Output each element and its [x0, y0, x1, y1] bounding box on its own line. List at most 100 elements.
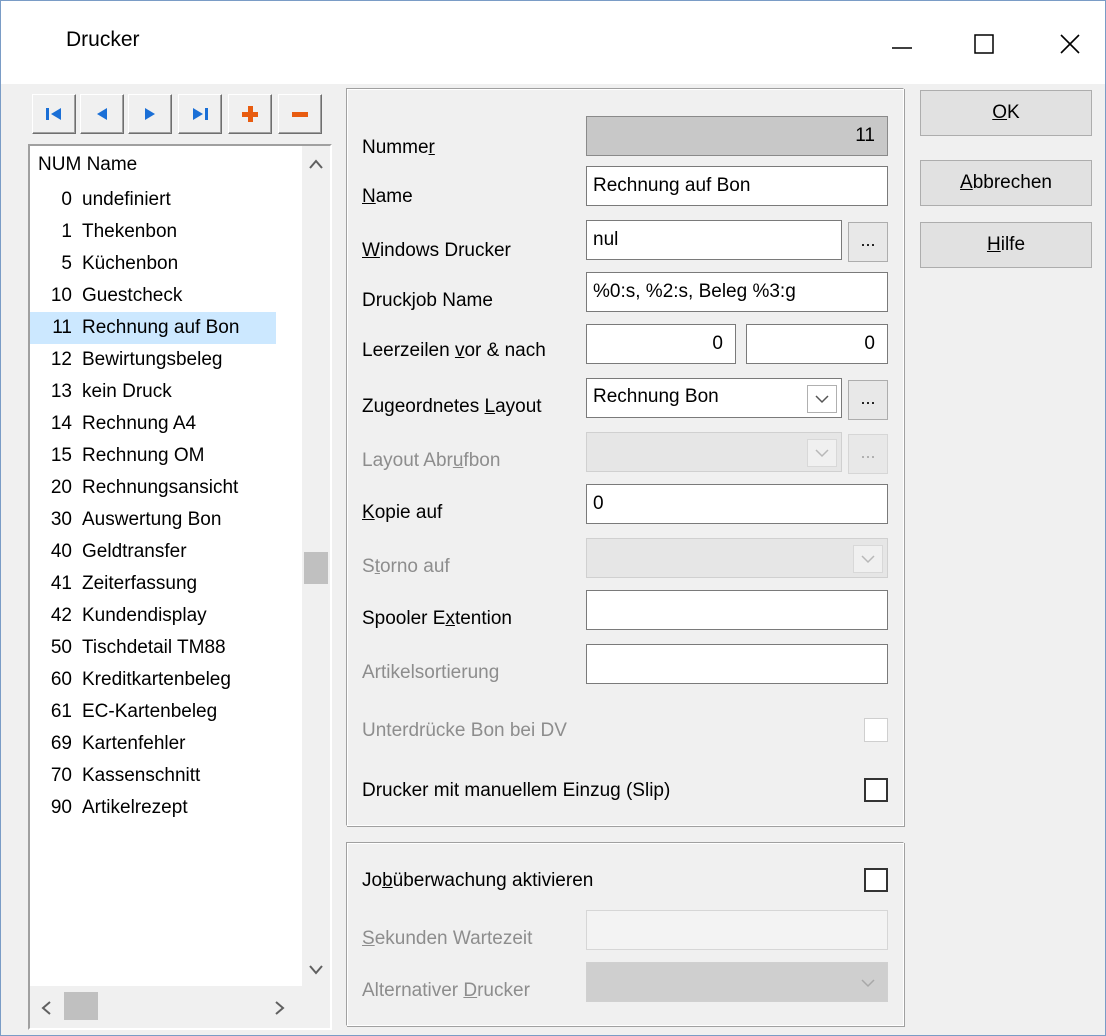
list-item-num: 50 — [50, 637, 72, 658]
maximize-button[interactable] — [960, 20, 1008, 68]
list-item[interactable]: 20 Rechnungsansicht — [30, 472, 276, 504]
storno-label: Storno auf — [362, 556, 450, 577]
windows-drucker-input[interactable]: nul — [586, 220, 842, 260]
chevron-down-icon[interactable] — [807, 385, 837, 413]
first-record-button[interactable] — [32, 94, 76, 134]
layout-label: Zugeordnetes Layout — [362, 396, 542, 417]
list-item-num: 5 — [61, 253, 72, 274]
column-name[interactable]: Name — [87, 154, 138, 175]
layout-browse-button[interactable]: ... — [848, 380, 888, 420]
leerzeilen-vor-input[interactable]: 0 — [586, 324, 736, 364]
alternativer-drucker-label: Alternativer Drucker — [362, 980, 530, 1001]
add-record-button[interactable] — [228, 94, 272, 134]
list-item[interactable]: 90 Artikelrezept — [30, 792, 276, 824]
list-item[interactable]: 0 undefiniert — [30, 184, 276, 216]
slip-label: Drucker mit manuellem Einzug (Slip) — [362, 780, 671, 801]
list-item[interactable]: 14 Rechnung A4 — [30, 408, 276, 440]
list-item-name: Bewirtungsbeleg — [82, 349, 223, 370]
horizontal-scroll-thumb[interactable] — [64, 992, 98, 1020]
list-item-num: 70 — [50, 765, 72, 786]
list-item[interactable]: 15 Rechnung OM — [30, 440, 276, 472]
previous-record-button[interactable] — [80, 94, 124, 134]
column-num[interactable]: NUM — [38, 154, 81, 175]
list-item-name: Auswertung Bon — [82, 509, 222, 530]
first-record-icon — [46, 108, 61, 120]
list-item-name: Kartenfehler — [82, 733, 186, 754]
list-item-name: Rechnung A4 — [82, 413, 197, 434]
delete-record-button[interactable] — [278, 94, 322, 134]
list-item-num: 15 — [50, 445, 72, 466]
list-item-num: 42 — [50, 605, 72, 626]
ok-button[interactable]: OK — [920, 90, 1092, 136]
unterdruecke-checkbox — [864, 718, 888, 742]
list-item-num: 90 — [50, 797, 72, 818]
sekunden-input — [586, 910, 888, 950]
horizontal-scrollbar[interactable] — [30, 986, 330, 1028]
next-record-icon — [145, 108, 155, 120]
scroll-up-icon[interactable] — [308, 158, 324, 170]
layout-abrufbon-select — [586, 432, 842, 472]
list-item-name: Tischdetail TM88 — [82, 637, 226, 658]
list-item-name: Kassenschnitt — [82, 765, 201, 786]
layout-abrufbon-label: Layout Abrufbon — [362, 450, 501, 471]
list-item-name: Thekenbon — [82, 221, 178, 242]
sekunden-label: Sekunden Wartezeit — [362, 928, 533, 949]
list-item[interactable]: 60 Kreditkartenbeleg — [30, 664, 276, 696]
list-item[interactable]: 70 Kassenschnitt — [30, 760, 276, 792]
list-item[interactable]: 69 Kartenfehler — [30, 728, 276, 760]
list-item-num: 40 — [50, 541, 72, 562]
list-item-name: Guestcheck — [82, 285, 183, 306]
plus-icon — [242, 106, 258, 122]
list-item[interactable]: 11 Rechnung auf Bon — [30, 312, 276, 344]
list-item[interactable]: 10 Guestcheck — [30, 280, 276, 312]
list-item-name: Küchenbon — [82, 253, 179, 274]
cancel-button[interactable]: Abbrechen — [920, 160, 1092, 206]
kopie-input[interactable]: 0 — [586, 484, 888, 524]
windows-drucker-browse-button[interactable]: ... — [848, 222, 888, 262]
list-item[interactable]: 42 Kundendisplay — [30, 600, 276, 632]
chevron-down-icon — [807, 439, 837, 467]
help-button[interactable]: Hilfe — [920, 222, 1092, 268]
leerzeilen-nach-input[interactable]: 0 — [746, 324, 888, 364]
printer-list[interactable]: NUM Name 0 undefiniert 1 Thekenbon 5 Küchenbo… — [28, 144, 332, 1030]
minimize-button[interactable] — [878, 20, 926, 68]
list-item-num: 12 — [50, 349, 72, 370]
next-record-button[interactable] — [128, 94, 172, 134]
minimize-icon — [892, 47, 912, 49]
list-item-num: 13 — [50, 381, 72, 402]
job-monitoring-checkbox[interactable] — [864, 868, 888, 892]
nummer-label: Nummer — [362, 137, 435, 158]
list-item[interactable]: 41 Zeiterfassung — [30, 568, 276, 600]
scroll-down-icon[interactable] — [308, 964, 324, 976]
last-record-icon — [193, 108, 208, 120]
last-record-button[interactable] — [178, 94, 222, 134]
artikelsortierung-label: Artikelsortierung — [362, 662, 500, 683]
list-item-name: Kundendisplay — [82, 605, 207, 626]
vertical-scrollbar[interactable] — [302, 146, 330, 986]
list-item[interactable]: 1 Thekenbon — [30, 216, 276, 248]
spooler-label: Spooler Extention — [362, 608, 512, 629]
previous-record-icon — [97, 108, 107, 120]
list-item-name: Zeiterfassung — [82, 573, 198, 594]
list-item[interactable]: 30 Auswertung Bon — [30, 504, 276, 536]
close-button[interactable] — [1046, 20, 1094, 68]
list-item[interactable]: 12 Bewirtungsbeleg — [30, 344, 276, 376]
list-item[interactable]: 61 EC-Kartenbeleg — [30, 696, 276, 728]
list-item[interactable]: 13 kein Druck — [30, 376, 276, 408]
layout-select[interactable]: Rechnung Bon — [586, 378, 842, 418]
druckjob-input[interactable]: %0:s, %2:s, Beleg %3:g — [586, 272, 888, 312]
vertical-scroll-thumb[interactable] — [304, 552, 328, 584]
list-header: NUM Name — [38, 154, 137, 184]
scroll-left-icon[interactable] — [40, 1000, 52, 1016]
slip-checkbox[interactable] — [864, 778, 888, 802]
name-input[interactable]: Rechnung auf Bon — [586, 166, 888, 206]
list-item[interactable]: 5 Küchenbon — [30, 248, 276, 280]
druckjob-label: Druckjob Name — [362, 290, 493, 311]
spooler-input[interactable] — [586, 590, 888, 630]
leerzeilen-label: Leerzeilen vor & nach — [362, 340, 546, 361]
list-item[interactable]: 50 Tischdetail TM88 — [30, 632, 276, 664]
list-item[interactable]: 40 Geldtransfer — [30, 536, 276, 568]
list-item-name: Rechnung OM — [82, 445, 205, 466]
scroll-right-icon[interactable] — [274, 1000, 286, 1016]
artikelsortierung-input[interactable] — [586, 644, 888, 684]
